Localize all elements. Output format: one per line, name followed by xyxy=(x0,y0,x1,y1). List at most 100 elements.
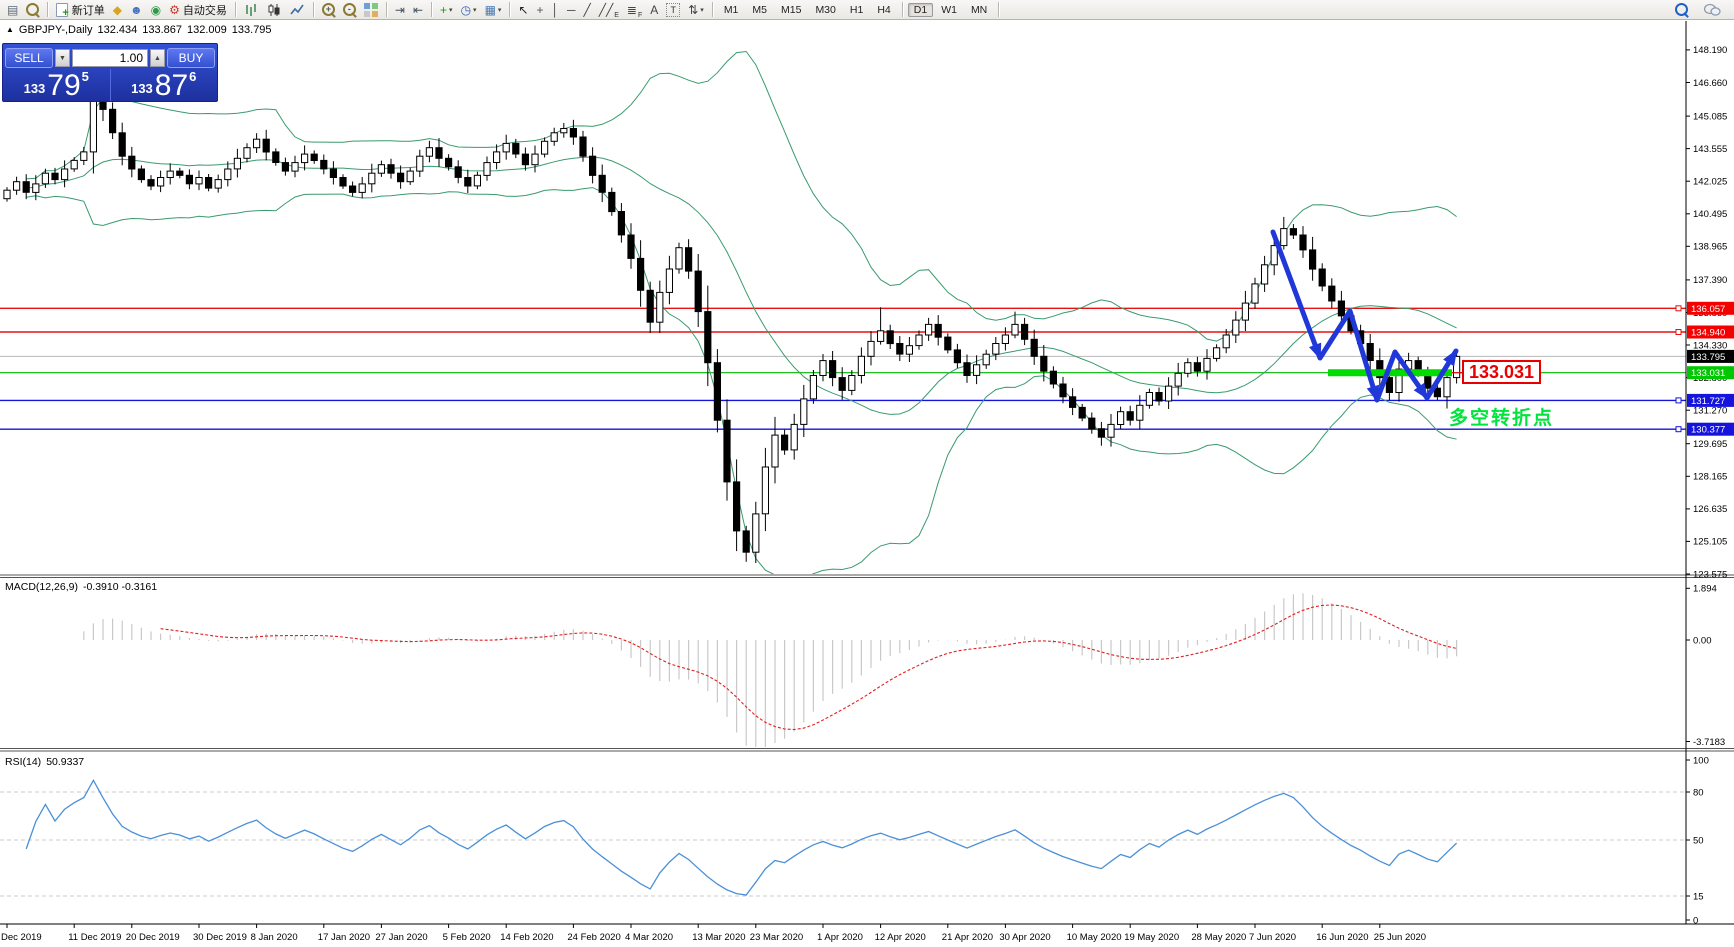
arrows-button[interactable]: ⇅ ▾ xyxy=(685,1,707,19)
autotrading-button-label: 自动交易 xyxy=(182,4,227,17)
candle-body xyxy=(502,142,510,153)
text-button[interactable]: A xyxy=(647,1,661,19)
candle-chart-button[interactable] xyxy=(264,1,285,19)
candle-body xyxy=(80,151,88,161)
rsi-line xyxy=(25,778,1458,896)
vline-button[interactable]: │ xyxy=(549,1,563,19)
candle-body xyxy=(349,185,357,193)
text-label-button[interactable]: T xyxy=(663,1,683,19)
candle-body xyxy=(41,172,49,185)
candle-body xyxy=(1328,285,1336,302)
chart-area[interactable]: 148.190 146.660 145.085 143.555 142.025 140.4… xyxy=(0,0,1734,947)
signal-icon[interactable]: ◉ xyxy=(148,1,164,19)
line-anchor[interactable] xyxy=(1675,426,1682,433)
support-icon[interactable]: ☻ xyxy=(127,1,146,19)
preview-icon[interactable] xyxy=(23,1,42,19)
candle-body xyxy=(800,398,808,425)
candle-body xyxy=(877,330,885,342)
new-order-button[interactable]: + 新订单 xyxy=(53,1,107,19)
candle-body xyxy=(195,177,203,185)
volume-up-button[interactable]: ▲ xyxy=(150,48,165,67)
template-button[interactable]: ▦ ▾ xyxy=(482,1,505,19)
indicators-button[interactable]: + ▾ xyxy=(437,1,456,19)
zigzag-arrows[interactable] xyxy=(1270,229,1463,404)
sell-price[interactable]: 133 79 5 xyxy=(3,69,111,101)
timeframe-m30[interactable]: M30 xyxy=(809,3,841,17)
candle-body xyxy=(253,138,261,149)
timeframe-mn[interactable]: MN xyxy=(965,3,993,17)
svg-text:136.057: 136.057 xyxy=(1691,304,1725,315)
svg-text:25 Jun 2020: 25 Jun 2020 xyxy=(1374,932,1426,943)
volume-input[interactable] xyxy=(72,48,148,67)
svg-text:24 Feb 2020: 24 Feb 2020 xyxy=(567,932,620,943)
turning-point-text[interactable]: 多空转折点 xyxy=(1449,403,1554,430)
svg-text:23 Mar 2020: 23 Mar 2020 xyxy=(750,932,803,943)
candle-body xyxy=(915,334,923,347)
trendline-button[interactable]: ╱ xyxy=(581,1,594,19)
collapse-panel-icon[interactable]: ▲ xyxy=(6,25,14,34)
toolbar-right-icons xyxy=(1671,1,1731,19)
timeframe-m15[interactable]: M15 xyxy=(775,3,807,17)
svg-text:134.330: 134.330 xyxy=(1693,340,1727,351)
svg-text:100: 100 xyxy=(1693,755,1709,766)
channel-button[interactable]: ╱╱ E xyxy=(596,1,622,19)
pane-separators[interactable] xyxy=(0,574,1734,752)
candle-body xyxy=(109,108,117,134)
svg-text:16 Jun 2020: 16 Jun 2020 xyxy=(1316,932,1368,943)
timeframe-m5[interactable]: M5 xyxy=(746,3,773,17)
period-button[interactable]: ◷ ▾ xyxy=(458,1,480,19)
search-icon[interactable] xyxy=(1672,1,1691,19)
candle-body xyxy=(925,323,933,336)
price-axis[interactable]: 148.190 146.660 145.085 143.555 142.025 140.4… xyxy=(1686,45,1734,926)
line-anchor[interactable] xyxy=(1675,329,1682,335)
candle-body xyxy=(166,170,174,179)
volume-down-button[interactable]: ▼ xyxy=(55,48,70,67)
svg-text:125.105: 125.105 xyxy=(1693,537,1727,548)
svg-text:80: 80 xyxy=(1693,787,1704,798)
line-anchor[interactable] xyxy=(1675,305,1682,312)
mt4-window: { "toolbar": { "groups": [ {"items":[ {"… xyxy=(0,0,1734,947)
candle-body xyxy=(656,291,664,323)
history-center-icon[interactable]: ◆ xyxy=(110,1,125,19)
timeframe-h4[interactable]: H4 xyxy=(871,3,896,17)
buy-price[interactable]: 133 87 6 xyxy=(111,69,218,101)
timeframe-d1[interactable]: D1 xyxy=(907,2,934,17)
fibonacci-button[interactable]: ≣ F xyxy=(624,1,645,19)
timeframe-h1[interactable]: H1 xyxy=(844,3,869,17)
svg-text:27 Jan 2020: 27 Jan 2020 xyxy=(375,932,427,943)
candle-body xyxy=(291,162,299,172)
line-chart-button[interactable] xyxy=(287,1,308,19)
timeframe-w1[interactable]: W1 xyxy=(935,3,963,17)
candle-body xyxy=(608,191,616,213)
candle-body xyxy=(781,434,789,451)
time-axis[interactable]: Dec 2019 11 Dec 2019 20 Dec 2019 30 Dec 201… xyxy=(1,924,1426,943)
svg-text:15: 15 xyxy=(1693,891,1704,902)
candle-body xyxy=(1030,338,1038,357)
candle-body xyxy=(51,172,59,181)
auto-scroll-button[interactable]: ⇥ xyxy=(392,1,408,19)
crosshair-button[interactable]: + xyxy=(533,1,546,19)
line-anchor[interactable] xyxy=(1675,397,1682,404)
price-annotation-box[interactable]: 133.031 xyxy=(1462,360,1541,384)
timeframe-m1[interactable]: M1 xyxy=(718,3,745,17)
candle-body xyxy=(550,132,558,142)
charts-list-icon[interactable]: ▤ xyxy=(4,1,21,19)
hline-button[interactable]: ─ xyxy=(564,1,579,19)
tile-windows-button[interactable] xyxy=(361,1,381,19)
svg-text:138.965: 138.965 xyxy=(1693,242,1727,253)
candle-body xyxy=(569,128,577,138)
buy-button[interactable]: BUY xyxy=(167,47,215,68)
zoom-out-button[interactable]: - xyxy=(340,1,359,19)
candle-body xyxy=(963,362,971,377)
chat-icon[interactable] xyxy=(1701,1,1724,19)
sell-button[interactable]: SELL xyxy=(5,47,53,68)
zoom-in-button[interactable]: + xyxy=(319,1,338,19)
candle-body xyxy=(1366,343,1374,361)
cursor-button[interactable]: ↖ xyxy=(515,1,531,19)
autotrading-button[interactable]: ⚙ 自动交易 xyxy=(166,1,230,19)
chart-shift-button[interactable]: ⇤ xyxy=(410,1,426,19)
toolbar-separator xyxy=(711,2,713,17)
bar-chart-button[interactable] xyxy=(241,1,262,19)
candle-body xyxy=(339,177,347,187)
candle-body xyxy=(3,189,11,200)
